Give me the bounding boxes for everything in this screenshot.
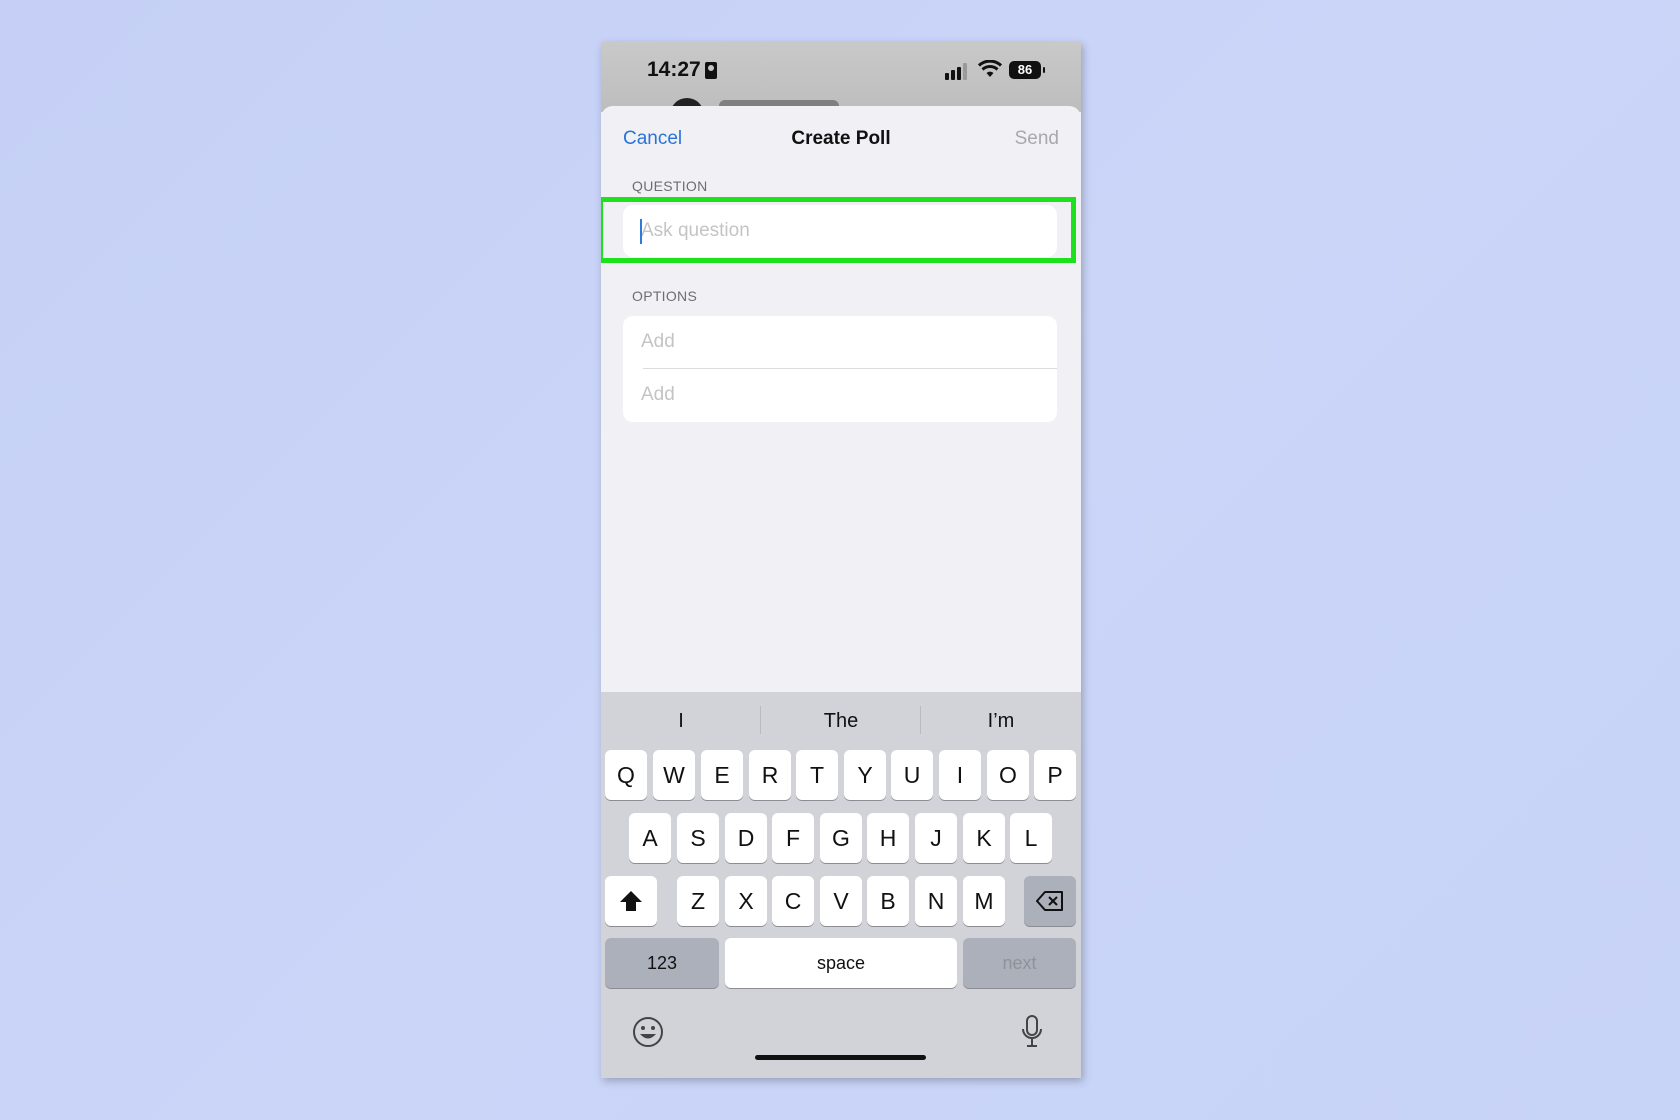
keyboard: I The I’m Q W E R T Y U I O P A S D F G … <box>601 692 1081 1078</box>
status-bar: 14:27 86 <box>601 42 1081 132</box>
key-l[interactable]: L <box>1010 813 1052 863</box>
key-p[interactable]: P <box>1034 750 1076 800</box>
key-x[interactable]: X <box>725 876 767 926</box>
key-e[interactable]: E <box>701 750 743 800</box>
key-d[interactable]: D <box>725 813 767 863</box>
phone-screen: 14:27 86 Cancel Create Poll Send QUESTIO… <box>601 42 1081 1078</box>
key-g[interactable]: G <box>820 813 862 863</box>
key-y[interactable]: Y <box>844 750 886 800</box>
key-i[interactable]: I <box>939 750 981 800</box>
suggestion-2[interactable]: The <box>766 710 916 733</box>
key-k[interactable]: K <box>963 813 1005 863</box>
key-h[interactable]: H <box>867 813 909 863</box>
key-r[interactable]: R <box>749 750 791 800</box>
key-f[interactable]: F <box>772 813 814 863</box>
question-input[interactable] <box>641 205 1041 257</box>
options-label: OPTIONS <box>632 288 698 304</box>
status-time: 14:27 <box>647 58 701 81</box>
question-label: QUESTION <box>632 178 708 194</box>
backspace-icon <box>1036 891 1063 911</box>
key-o[interactable]: O <box>987 750 1029 800</box>
signal-icon <box>945 62 969 80</box>
wifi-icon <box>978 60 1002 77</box>
key-b[interactable]: B <box>867 876 909 926</box>
key-u[interactable]: U <box>891 750 933 800</box>
option-input-2[interactable] <box>641 369 1041 421</box>
key-v[interactable]: V <box>820 876 862 926</box>
contact-card-icon <box>705 62 717 79</box>
key-a[interactable]: A <box>629 813 671 863</box>
key-t[interactable]: T <box>796 750 838 800</box>
numbers-key[interactable]: 123 <box>605 938 719 988</box>
battery-indicator: 86 <box>1009 61 1045 79</box>
shift-icon <box>620 891 642 911</box>
suggestion-1[interactable]: I <box>606 710 756 733</box>
key-c[interactable]: C <box>772 876 814 926</box>
next-key[interactable]: next <box>963 938 1076 988</box>
shift-key[interactable] <box>605 876 657 926</box>
options-list <box>623 316 1057 422</box>
suggestion-divider <box>920 706 921 734</box>
key-j[interactable]: J <box>915 813 957 863</box>
question-field-container <box>623 205 1057 257</box>
key-s[interactable]: S <box>677 813 719 863</box>
emoji-icon[interactable] <box>632 1016 664 1048</box>
send-button[interactable]: Send <box>1015 128 1059 150</box>
suggestion-divider <box>760 706 761 734</box>
key-n[interactable]: N <box>915 876 957 926</box>
text-cursor <box>640 219 642 244</box>
page-title: Create Poll <box>791 128 891 149</box>
suggestion-3[interactable]: I’m <box>926 710 1076 733</box>
delete-key[interactable] <box>1024 876 1076 926</box>
key-w[interactable]: W <box>653 750 695 800</box>
option-input-1[interactable] <box>641 316 1041 368</box>
key-m[interactable]: M <box>963 876 1005 926</box>
home-indicator[interactable] <box>755 1055 926 1060</box>
microphone-icon[interactable] <box>1020 1014 1044 1050</box>
key-z[interactable]: Z <box>677 876 719 926</box>
space-key[interactable]: space <box>725 938 957 988</box>
key-q[interactable]: Q <box>605 750 647 800</box>
nav-bar: Cancel Create Poll Send <box>601 106 1081 168</box>
